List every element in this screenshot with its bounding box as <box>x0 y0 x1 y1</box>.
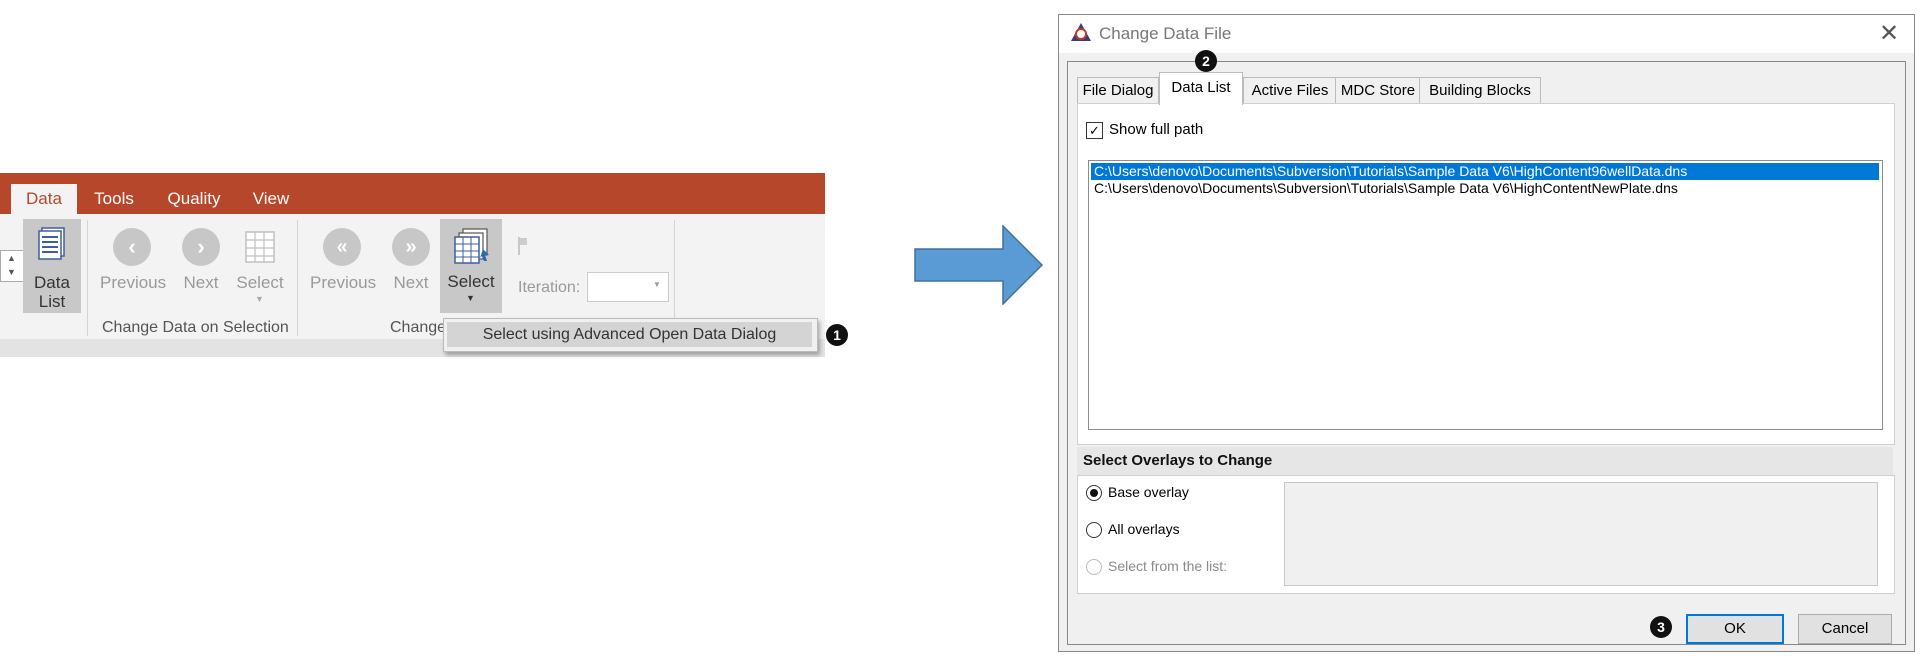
group-label-change-data-on-selection: Change Data on Selection <box>102 319 289 336</box>
overlays-panel: Base overlay All overlays Select from th… <box>1077 475 1895 594</box>
select-grid-icon <box>242 228 278 266</box>
select-from-list-label: Select from the list: <box>1108 558 1228 574</box>
dropdown-caret-icon[interactable]: ▼ <box>466 293 475 303</box>
select-from-list-radio[interactable] <box>1086 559 1102 575</box>
show-full-path-label: Show full path <box>1109 121 1204 138</box>
previous-button[interactable]: ‹ Previous <box>100 220 166 308</box>
tab-data-list[interactable]: Data List <box>1159 72 1243 105</box>
data-list-icon <box>36 227 68 263</box>
menu-item-advanced-open[interactable]: Select using Advanced Open Data Dialog <box>447 322 812 347</box>
double-chevron-left-icon: « <box>323 228 361 266</box>
next-button[interactable]: › Next <box>176 220 226 308</box>
close-icon[interactable]: ✕ <box>1879 19 1899 48</box>
tab-active-files[interactable]: Active Files <box>1243 77 1337 104</box>
iteration-select[interactable]: ▼ <box>587 272 669 302</box>
tab-view[interactable]: View <box>245 184 297 214</box>
select-file-button[interactable]: Select ▼ <box>440 219 502 313</box>
dialog-title: Change Data File <box>1099 24 1232 43</box>
select-dropdown-menu: Select using Advanced Open Data Dialog <box>443 318 818 352</box>
select-files-icon <box>453 227 491 265</box>
cancel-button[interactable]: Cancel <box>1798 614 1892 644</box>
show-full-path-checkbox[interactable]: ✓ <box>1086 122 1103 139</box>
select-file-label: Select <box>447 272 495 291</box>
flag-icon <box>518 236 528 256</box>
dropdown-caret-icon: ▼ <box>255 294 264 304</box>
all-overlays-label: All overlays <box>1108 521 1180 537</box>
data-list-panel: ✓ Show full path C:\Users\denovo\Documen… <box>1077 103 1895 445</box>
tab-file-dialog[interactable]: File Dialog <box>1077 77 1159 104</box>
list-item[interactable]: C:\Users\denovo\Documents\Subversion\Tut… <box>1091 163 1879 180</box>
step-badge-1: 1 <box>826 324 848 346</box>
all-overlays-radio[interactable] <box>1086 522 1102 538</box>
tab-mdc-store[interactable]: MDC Store <box>1335 77 1421 104</box>
data-list-label: Data List <box>34 273 70 311</box>
tab-building-blocks[interactable]: Building Blocks <box>1419 77 1541 104</box>
base-overlay-radio[interactable] <box>1086 485 1102 501</box>
double-chevron-right-icon: » <box>392 228 430 266</box>
file-listbox[interactable]: C:\Users\denovo\Documents\Subversion\Tut… <box>1088 160 1883 430</box>
spinner-control[interactable]: ▲ ▼ <box>0 250 24 282</box>
group-label-change: Change <box>390 319 447 336</box>
overlays-section-header: Select Overlays to Change <box>1077 447 1893 475</box>
next-label: Next <box>183 273 219 292</box>
tab-tools[interactable]: Tools <box>84 184 144 214</box>
tab-quality[interactable]: Quality <box>158 184 230 214</box>
base-overlay-label: Base overlay <box>1108 484 1189 500</box>
spin-down-icon[interactable]: ▼ <box>7 267 16 277</box>
change-data-file-dialog: Change Data File ✕ File Dialog Active Fi… <box>1058 14 1915 652</box>
group-divider <box>87 220 88 336</box>
group-divider <box>297 220 298 336</box>
chevron-down-icon: ▼ <box>653 280 661 289</box>
tab-data[interactable]: Data <box>11 184 77 214</box>
step-badge-2: 2 <box>1195 50 1217 72</box>
next-file-button[interactable]: » Next <box>386 220 436 308</box>
chevron-right-icon: › <box>182 228 220 266</box>
dialog-titlebar: Change Data File ✕ <box>1059 15 1914 53</box>
ribbon-tab-bar: Data Tools Quality View <box>0 173 825 214</box>
overlay-listbox[interactable] <box>1284 482 1878 586</box>
arrow-right-icon <box>914 224 1044 310</box>
step-badge-3: 3 <box>1650 616 1672 638</box>
previous-file-button[interactable]: « Previous <box>310 220 376 308</box>
list-item[interactable]: C:\Users\denovo\Documents\Subversion\Tut… <box>1091 180 1879 197</box>
data-list-button[interactable]: Data List <box>23 219 81 313</box>
previous-file-label: Previous <box>310 273 377 292</box>
previous-label: Previous <box>100 273 167 292</box>
ok-button[interactable]: OK <box>1686 614 1784 644</box>
iteration-label: Iteration: <box>518 279 581 296</box>
next-file-label: Next <box>393 273 429 292</box>
overlays-title: Select Overlays to Change <box>1083 452 1273 469</box>
select-label: Select <box>236 273 284 292</box>
select-button-disabled[interactable]: Select ▼ <box>234 220 286 314</box>
spin-up-icon[interactable]: ▲ <box>7 253 16 263</box>
chevron-left-icon: ‹ <box>113 228 151 266</box>
app-logo-icon <box>1071 23 1091 43</box>
